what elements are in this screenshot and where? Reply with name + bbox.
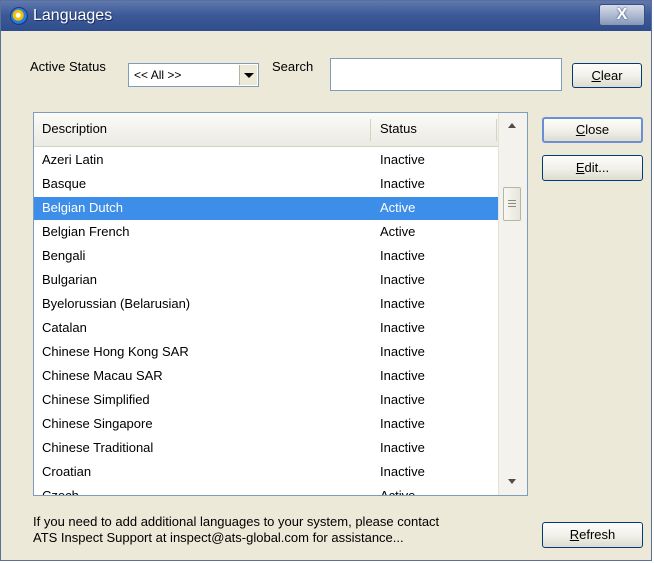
app-icon bbox=[10, 7, 28, 25]
list-row[interactable]: Bulgarian Inactive bbox=[34, 269, 500, 292]
grip-line bbox=[508, 200, 516, 201]
list-row[interactable]: Catalan Inactive bbox=[34, 317, 500, 340]
grip-line bbox=[508, 206, 516, 207]
scroll-up-button[interactable] bbox=[501, 116, 524, 136]
row-status: Inactive bbox=[380, 296, 425, 311]
row-status: Inactive bbox=[380, 272, 425, 287]
close-label: lose bbox=[585, 122, 610, 137]
list-row[interactable]: Chinese Singapore Inactive bbox=[34, 413, 500, 436]
row-status: Active bbox=[380, 224, 416, 239]
scroll-down-button[interactable] bbox=[501, 472, 524, 492]
row-description: Azeri Latin bbox=[42, 152, 104, 167]
list-row[interactable]: Croatian Inactive bbox=[34, 461, 500, 484]
row-status: Inactive bbox=[380, 248, 425, 263]
info-line-2: ATS Inspect Support at inspect@ats-globa… bbox=[33, 530, 404, 545]
refresh-button[interactable]: Refresh bbox=[542, 522, 643, 548]
list-row[interactable]: Belgian Dutch Active bbox=[34, 197, 500, 220]
row-description: Chinese Singapore bbox=[42, 416, 153, 431]
info-message: If you need to add additional languages … bbox=[33, 514, 439, 546]
row-status: Inactive bbox=[380, 344, 425, 359]
languages-dialog: Languages X Active Status << All >> Sear… bbox=[0, 0, 652, 561]
vertical-scrollbar[interactable] bbox=[498, 113, 527, 495]
column-divider[interactable] bbox=[496, 119, 497, 141]
row-status: Inactive bbox=[380, 464, 425, 479]
close-button[interactable]: Close bbox=[542, 117, 643, 143]
list-row[interactable]: Chinese Traditional Inactive bbox=[34, 437, 500, 460]
row-description: Catalan bbox=[42, 320, 87, 335]
window-close-button[interactable]: X bbox=[599, 4, 645, 26]
row-status: Active bbox=[380, 200, 416, 215]
row-description: Belgian Dutch bbox=[42, 200, 123, 215]
window-title: Languages bbox=[33, 7, 113, 24]
active-status-value: << All >> bbox=[134, 68, 182, 82]
clear-button[interactable]: Clear bbox=[572, 63, 642, 88]
edit-mnemonic: E bbox=[575, 160, 585, 175]
row-status: Inactive bbox=[380, 176, 425, 191]
scroll-thumb[interactable] bbox=[503, 187, 521, 221]
chevron-down-icon bbox=[244, 73, 254, 78]
row-description: Croatian bbox=[42, 464, 92, 479]
row-status: Active bbox=[380, 488, 416, 496]
list-row[interactable]: Chinese Simplified Inactive bbox=[34, 389, 500, 412]
close-icon: X bbox=[616, 6, 628, 23]
edit-label: dit... bbox=[584, 160, 610, 175]
refresh-mnemonic: R bbox=[569, 527, 580, 542]
search-label: Search bbox=[272, 59, 314, 74]
arrow-up-icon bbox=[508, 123, 516, 128]
list-row[interactable]: Azeri Latin Inactive bbox=[34, 149, 500, 172]
row-description: Bulgarian bbox=[42, 272, 97, 287]
row-status: Inactive bbox=[380, 392, 425, 407]
list-row[interactable]: Chinese Hong Kong SAR Inactive bbox=[34, 341, 500, 364]
clear-mnemonic: C bbox=[591, 68, 601, 83]
info-line-1: If you need to add additional languages … bbox=[33, 514, 440, 529]
list-row[interactable]: Belgian French Active bbox=[34, 221, 500, 244]
grip-line bbox=[508, 203, 516, 204]
row-description: Chinese Hong Kong SAR bbox=[42, 344, 189, 359]
row-status: Inactive bbox=[380, 416, 425, 431]
active-status-dropdown[interactable]: << All >> bbox=[128, 63, 259, 87]
row-description: Basque bbox=[42, 176, 87, 191]
clear-label: lear bbox=[600, 68, 623, 83]
row-description: Czech bbox=[42, 488, 79, 496]
row-status: Inactive bbox=[380, 440, 425, 455]
column-description[interactable]: Description bbox=[42, 121, 107, 136]
column-status[interactable]: Status bbox=[380, 121, 417, 136]
row-description: Chinese Macau SAR bbox=[42, 368, 163, 383]
list-row[interactable]: Bengali Inactive bbox=[34, 245, 500, 268]
row-status: Inactive bbox=[380, 320, 425, 335]
row-description: Byelorussian (Belarusian) bbox=[42, 296, 191, 311]
row-status: Inactive bbox=[380, 152, 425, 167]
row-description: Belgian French bbox=[42, 224, 130, 239]
refresh-label: efresh bbox=[579, 527, 616, 542]
row-status: Inactive bbox=[380, 368, 425, 383]
column-divider[interactable] bbox=[370, 119, 371, 141]
list-row[interactable]: Chinese Macau SAR Inactive bbox=[34, 365, 500, 388]
close-mnemonic: C bbox=[575, 122, 586, 137]
list-header: Description Status bbox=[34, 113, 500, 147]
dropdown-button[interactable] bbox=[239, 65, 257, 85]
list-row[interactable]: Basque Inactive bbox=[34, 173, 500, 196]
row-description: Chinese Traditional bbox=[42, 440, 154, 455]
active-status-label: Active Status bbox=[30, 59, 106, 74]
languages-list[interactable]: Description Status Azeri Latin Inactive Ba… bbox=[33, 112, 528, 496]
list-row[interactable]: Czech Active bbox=[34, 485, 500, 496]
edit-button[interactable]: Edit... bbox=[542, 155, 643, 181]
title-bar[interactable]: Languages X bbox=[1, 1, 651, 31]
arrow-down-icon bbox=[508, 479, 516, 484]
row-description: Chinese Simplified bbox=[42, 392, 150, 407]
row-description: Bengali bbox=[42, 248, 86, 263]
list-row[interactable]: Byelorussian (Belarusian) Inactive bbox=[34, 293, 500, 316]
search-input[interactable] bbox=[330, 58, 562, 91]
